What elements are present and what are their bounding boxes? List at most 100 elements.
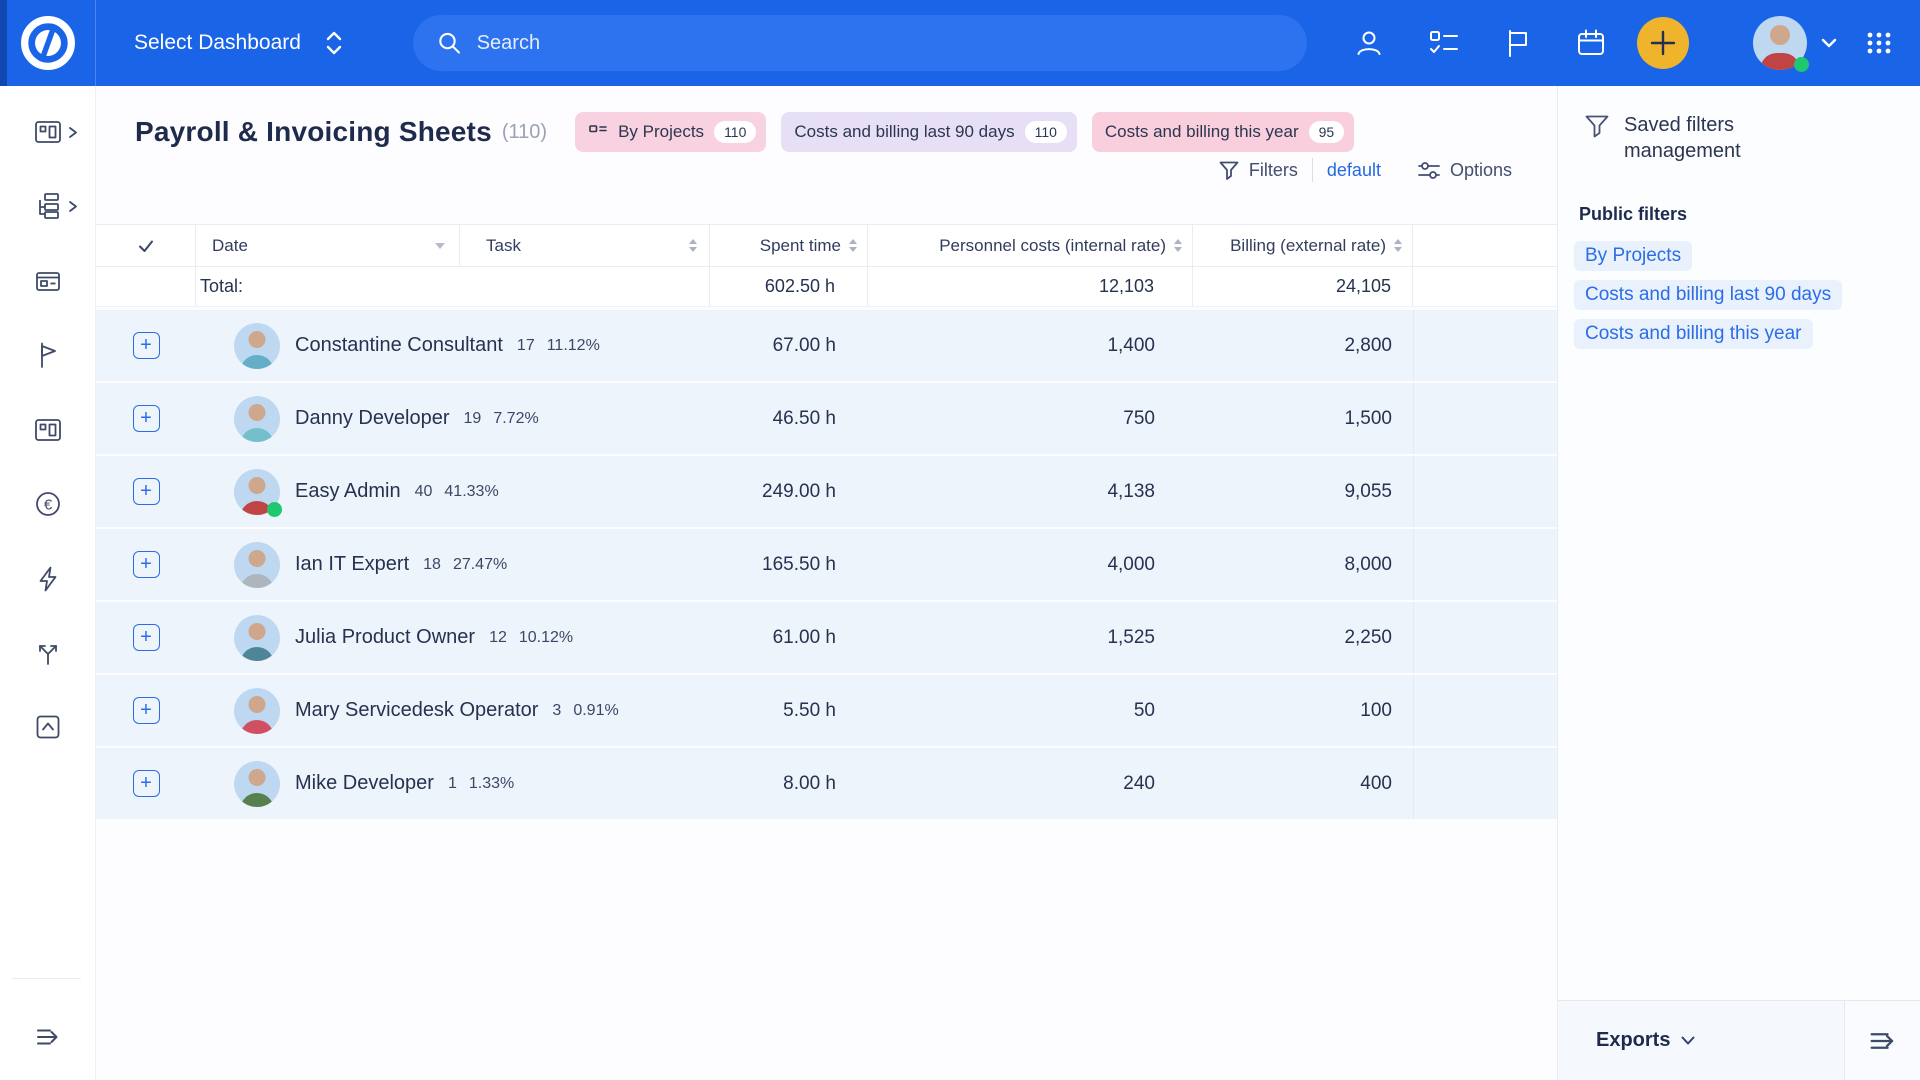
page-title: Payroll & Invoicing Sheets — [135, 116, 492, 148]
row-empty-cell — [1413, 456, 1557, 527]
filters-label: Filters — [1249, 160, 1298, 181]
column-header-personnel-costs[interactable]: Personnel costs (internal rate) — [868, 225, 1193, 266]
user-name: Danny Developer — [295, 407, 450, 430]
personnel-costs-value: 4,000 — [868, 529, 1193, 600]
chip-count-badge: 110 — [1025, 121, 1067, 143]
column-label: Personnel costs (internal rate) — [939, 236, 1166, 256]
sidebar-item-reports[interactable] — [33, 415, 63, 445]
table-total-row: Total: 602.50 h 12,103 24,105 — [96, 267, 1557, 307]
sidebar-item-pages[interactable] — [33, 267, 63, 297]
expand-row-button[interactable]: + — [133, 697, 160, 724]
spent-time-value: 5.50 h — [710, 675, 868, 746]
calendar-icon — [1575, 27, 1607, 59]
user-menu-chevron[interactable] — [1820, 37, 1838, 49]
options-label: Options — [1450, 160, 1512, 181]
table-row: + Easy Admin 40 41.33% 249.00 h 4,138 9,… — [96, 456, 1557, 527]
spent-time-value: 46.50 h — [710, 383, 868, 454]
saved-filter-costs-90-days[interactable]: Costs and billing last 90 days — [1574, 280, 1842, 310]
saved-filter-by-projects[interactable]: By Projects — [1574, 241, 1692, 271]
personnel-costs-value: 50 — [868, 675, 1193, 746]
entry-percent: 7.72% — [493, 410, 538, 428]
sidebar-expand-project-tree[interactable] — [66, 200, 79, 213]
sort-icon — [689, 239, 697, 252]
sidebar-item-dashboards[interactable] — [33, 117, 63, 147]
personnel-costs-value: 4,138 — [868, 456, 1193, 527]
chip-by-projects[interactable]: By Projects 110 — [575, 112, 766, 152]
personnel-costs-value: 240 — [868, 748, 1193, 819]
dashboard-selector-label: Select Dashboard — [134, 31, 301, 55]
total-billing: 24,105 — [1193, 267, 1413, 306]
expand-row-button[interactable]: + — [133, 551, 160, 578]
user-avatar[interactable] — [1715, 16, 1807, 70]
app-logo[interactable] — [0, 0, 96, 86]
options-button[interactable]: Options — [1417, 159, 1512, 181]
flags-button[interactable] — [1503, 27, 1533, 59]
total-label: Total: — [196, 267, 710, 306]
tasks-button[interactable] — [1427, 27, 1461, 59]
profile-button[interactable] — [1353, 27, 1385, 59]
column-header-date[interactable]: Date — [196, 225, 460, 266]
collapse-panel-icon — [1866, 1024, 1900, 1058]
exports-label: Exports — [1596, 1029, 1670, 1052]
chip-label: Costs and billing this year — [1105, 122, 1299, 142]
filter-chips: By Projects 110 Costs and billing last 9… — [575, 112, 1354, 152]
sidebar-item-workflows[interactable] — [33, 638, 63, 668]
funnel-icon — [1218, 159, 1240, 181]
sidebar-item-finance[interactable]: € — [33, 489, 63, 519]
sidebar-item-project-tree[interactable] — [33, 191, 63, 221]
entry-percent: 10.12% — [519, 629, 573, 647]
table-row: + Mary Servicedesk Operator 3 0.91% 5.50… — [96, 675, 1557, 746]
sidebar-item-archive[interactable] — [33, 712, 63, 742]
chevron-up-down-icon — [325, 30, 343, 56]
total-empty-cell — [1413, 267, 1557, 306]
user-name: Easy Admin — [295, 480, 401, 503]
select-all-checkbox[interactable] — [96, 225, 196, 266]
sort-icon — [1394, 239, 1402, 252]
expand-row-button[interactable]: + — [133, 405, 160, 432]
billing-value: 8,000 — [1193, 529, 1413, 600]
filters-button[interactable]: Filters — [1218, 159, 1298, 181]
personnel-costs-value: 1,525 — [868, 602, 1193, 673]
column-header-spent-time[interactable]: Spent time — [710, 225, 868, 266]
default-filter-link[interactable]: default — [1327, 160, 1381, 181]
user-name: Constantine Consultant — [295, 334, 503, 357]
table-row: + Mike Developer 1 1.33% 8.00 h 240 400 — [96, 748, 1557, 819]
row-empty-cell — [1413, 383, 1557, 454]
dashboard-selector[interactable]: Select Dashboard — [134, 30, 343, 56]
apps-grid-button[interactable] — [1864, 28, 1894, 58]
panel-collapse-button[interactable] — [1844, 1001, 1920, 1080]
saved-filter-costs-this-year[interactable]: Costs and billing this year — [1574, 319, 1813, 349]
panel-title: Saved filters management — [1624, 112, 1794, 164]
sort-icon — [1174, 239, 1182, 252]
chip-costs-this-year[interactable]: Costs and billing this year 95 — [1092, 112, 1354, 152]
spent-time-value: 61.00 h — [710, 602, 868, 673]
left-sidebar: € — [0, 86, 96, 1080]
expand-row-button[interactable]: + — [133, 770, 160, 797]
expand-row-button[interactable]: + — [133, 478, 160, 505]
sidebar-collapse-button[interactable] — [33, 1022, 63, 1052]
top-bar: Select Dashboard — [0, 0, 1920, 86]
search-input[interactable] — [477, 32, 1283, 55]
entry-percent: 11.12% — [547, 337, 600, 355]
saved-filters-panel: Saved filters management Public filters … — [1557, 86, 1920, 1080]
column-header-task[interactable]: Task — [460, 225, 710, 266]
expand-row-button[interactable]: + — [133, 332, 160, 359]
column-header-empty — [1413, 225, 1557, 266]
sidebar-item-quick-actions[interactable] — [33, 564, 63, 594]
quick-add-button[interactable] — [1637, 17, 1689, 69]
table-toolbar: Filters default Options — [1218, 158, 1512, 182]
global-search[interactable] — [413, 15, 1307, 71]
expand-row-button[interactable]: + — [133, 624, 160, 651]
row-empty-cell — [1413, 602, 1557, 673]
exports-button[interactable]: Exports — [1558, 1001, 1844, 1080]
sidebar-item-milestones[interactable] — [33, 340, 63, 370]
window-edge — [0, 0, 7, 86]
chip-costs-90-days[interactable]: Costs and billing last 90 days 110 — [781, 112, 1077, 152]
calendar-button[interactable] — [1575, 27, 1607, 59]
table-row: + Danny Developer 19 7.72% 46.50 h 750 1… — [96, 383, 1557, 454]
online-status-dot — [1794, 57, 1809, 72]
sidebar-expand-dashboards[interactable] — [66, 126, 79, 139]
column-header-billing[interactable]: Billing (external rate) — [1193, 225, 1413, 266]
online-status-dot — [267, 502, 282, 517]
spent-time-value: 8.00 h — [710, 748, 868, 819]
